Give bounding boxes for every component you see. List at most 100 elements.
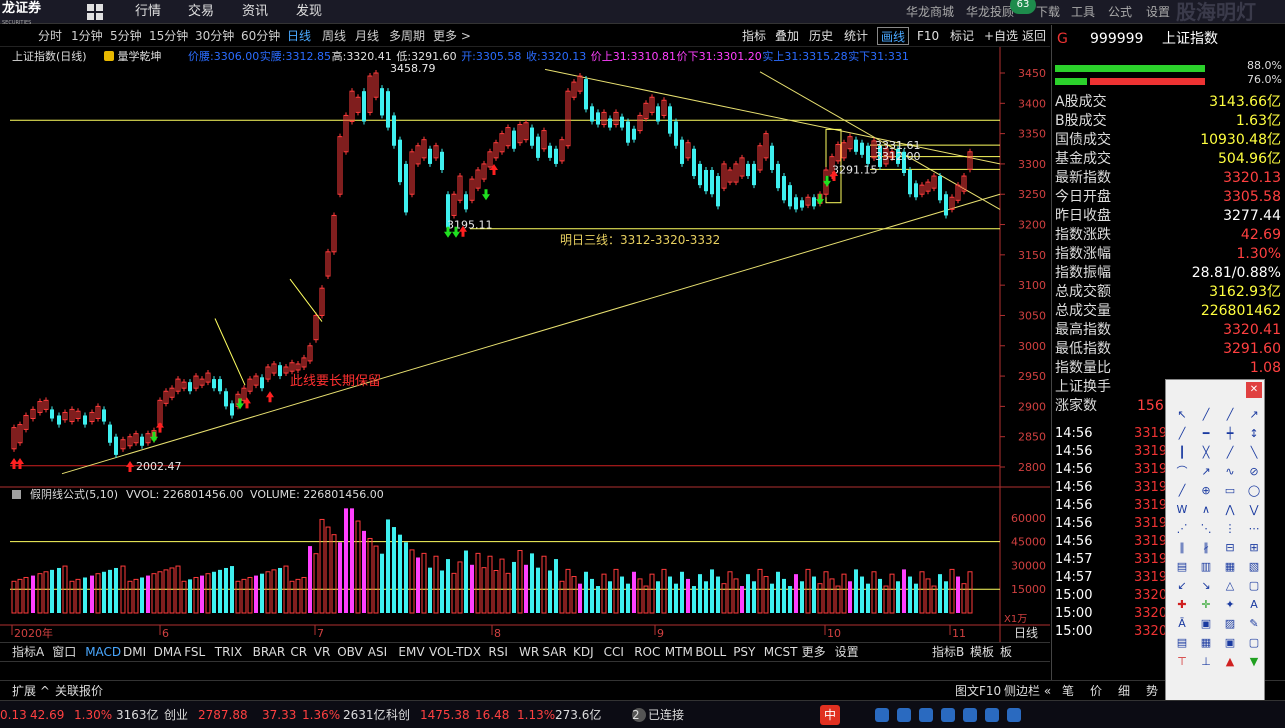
draw-triangle-icon[interactable]: △ xyxy=(1219,577,1241,594)
period-weekly[interactable]: 周线 xyxy=(322,25,346,47)
draw-segment-icon[interactable]: ╱ xyxy=(1171,425,1193,442)
draw-arrow-line-icon[interactable]: ↗ xyxy=(1243,406,1265,423)
draw-arc-icon[interactable]: ⌒ xyxy=(1171,463,1193,480)
draw-box-minus-icon[interactable]: ⊟ xyxy=(1219,539,1241,556)
smile-icon[interactable] xyxy=(897,708,911,722)
draw-line-icon[interactable]: ╱ xyxy=(1195,406,1217,423)
draw-cross-line-icon[interactable]: ┿ xyxy=(1219,425,1241,442)
draw-bottom-mark-icon[interactable]: ⊥ xyxy=(1195,653,1217,670)
toolbar-mark[interactable]: 标记 xyxy=(947,27,977,45)
menu-market[interactable]: 行情 xyxy=(135,0,161,24)
mic-icon[interactable] xyxy=(919,708,933,722)
indicator-tab-psy[interactable]: PSY xyxy=(733,643,755,662)
toolbar-draw[interactable]: 画线 xyxy=(877,27,910,45)
draw-text-icon[interactable]: A xyxy=(1243,596,1265,613)
draw-up-mark-icon[interactable]: ▲ xyxy=(1219,653,1241,670)
kline-chart[interactable]: 3450 3400 3350 3300 3250 3200 3150 3100 3050 3000… xyxy=(0,47,1050,657)
toolbar-history[interactable]: 历史 xyxy=(806,27,836,45)
ime-indicator[interactable]: 中 xyxy=(820,705,841,725)
shirt-icon[interactable] xyxy=(963,708,977,722)
draw-pen-icon[interactable]: ✎ xyxy=(1243,615,1265,632)
draw-plus-icon[interactable]: ✚ xyxy=(1171,596,1193,613)
menu-formula[interactable]: 公式 xyxy=(1108,0,1132,24)
draw-arrow-sw-icon[interactable]: ↙ xyxy=(1171,577,1193,594)
grid-menu-icon[interactable] xyxy=(87,4,103,20)
indicator-right-tab[interactable]: 模板 xyxy=(970,643,994,662)
toolbar-add-watchlist[interactable]: +自选 xyxy=(981,27,1021,45)
indicator-tab-boll[interactable]: BOLL xyxy=(695,643,726,662)
apps-icon[interactable] xyxy=(1007,708,1021,722)
draw-w-pattern-icon[interactable]: W xyxy=(1171,501,1193,518)
indicator-tab-dmi[interactable]: DMI xyxy=(123,643,146,662)
draw-triangle-down-icon[interactable]: ⋁ xyxy=(1243,501,1265,518)
close-icon[interactable]: ✕ xyxy=(1246,382,1262,398)
indicator-right-tab[interactable]: 指标B xyxy=(932,643,964,662)
indicator-tab-roc[interactable]: ROC xyxy=(634,643,660,662)
draw-circle-cross-icon[interactable]: ⊘ xyxy=(1243,463,1265,480)
draw-grid-d-icon[interactable]: ▧ xyxy=(1243,558,1265,575)
indicator-tab-trix[interactable]: TRIX xyxy=(215,643,242,662)
draw-list-icon[interactable]: ▤ xyxy=(1171,634,1193,651)
draw-blank-icon[interactable]: ▢ xyxy=(1243,634,1265,651)
draw-diag-icon[interactable]: ╲ xyxy=(1243,444,1265,461)
draw-star-icon[interactable]: ✦ xyxy=(1219,596,1241,613)
indicator-tab-emv[interactable]: EMV xyxy=(398,643,424,662)
indicator-tab-obv[interactable]: OBV xyxy=(337,643,363,662)
indicator-tab-vr[interactable]: VR xyxy=(314,643,331,662)
period-multi[interactable]: 多周期 xyxy=(389,25,425,47)
draw-grid-a-icon[interactable]: ▤ xyxy=(1171,558,1193,575)
draw-box-icon[interactable]: ▣ xyxy=(1195,615,1217,632)
indicator-tab-fsl[interactable]: FSL xyxy=(184,643,205,662)
period-1min[interactable]: 1分钟 xyxy=(71,25,103,47)
draw-ray-icon[interactable]: ╱ xyxy=(1219,406,1241,423)
draw-grid-c-icon[interactable]: ▦ xyxy=(1219,558,1241,575)
draw-target-icon[interactable]: ⊕ xyxy=(1195,482,1217,499)
menu-discover[interactable]: 发现 xyxy=(296,0,322,24)
tick-tab[interactable]: 势 xyxy=(1146,681,1158,701)
toolbar-back[interactable]: 返回 xyxy=(1019,27,1049,45)
draw-pointer-icon[interactable]: ↖ xyxy=(1171,406,1193,423)
draw-v-arrow-icon[interactable]: ↕ xyxy=(1243,425,1265,442)
draw-parallel-icon[interactable]: ╱ xyxy=(1171,482,1193,499)
draw-arrow-se-icon[interactable]: ↘ xyxy=(1195,577,1217,594)
indicator-tab-brar[interactable]: BRAR xyxy=(253,643,286,662)
draw-v-line-icon[interactable]: ┃ xyxy=(1171,444,1193,461)
ext-right-tab[interactable]: 图文F10 xyxy=(955,681,1001,701)
indicator-tab-更多[interactable]: 更多 xyxy=(802,643,826,662)
draw-plus-b-icon[interactable]: ✛ xyxy=(1195,596,1217,613)
indicator-tab-vol-tdx[interactable]: VOL-TDX xyxy=(429,643,481,662)
period-60min[interactable]: 60分钟 xyxy=(241,25,280,47)
menu-trade[interactable]: 交易 xyxy=(188,0,214,24)
draw-dots-h-icon[interactable]: ⋯ xyxy=(1243,520,1265,537)
draw-hatch-icon[interactable]: ▨ xyxy=(1219,615,1241,632)
draw-box-plus-icon[interactable]: ⊞ xyxy=(1243,539,1265,556)
moon-icon[interactable] xyxy=(875,708,889,722)
draw-top-mark-icon[interactable]: ⊤ xyxy=(1171,653,1193,670)
draw-h-line-icon[interactable]: ━ xyxy=(1195,425,1217,442)
menu-settings[interactable]: 设置 xyxy=(1146,0,1170,24)
indicator-tab-窗口[interactable]: 窗口 xyxy=(52,643,76,662)
indicator-right-tab[interactable]: 板 xyxy=(1000,643,1012,662)
indicator-tab-mcst[interactable]: MCST xyxy=(764,643,798,662)
period-5min[interactable]: 5分钟 xyxy=(110,25,142,47)
indicator-tab-kdj[interactable]: KDJ xyxy=(573,643,594,662)
draw-parallel-b-icon[interactable]: ∦ xyxy=(1195,539,1217,556)
chart-canvas[interactable]: 3450 3400 3350 3300 3250 3200 3150 3100 3050 3000… xyxy=(0,47,1050,642)
tick-tab[interactable]: 价 xyxy=(1090,681,1102,701)
menu-download[interactable]: 下载 xyxy=(1036,0,1060,24)
menu-mall[interactable]: 华龙商城 xyxy=(906,0,954,24)
indicator-tab-dma[interactable]: DMA xyxy=(154,643,182,662)
keyboard-icon[interactable] xyxy=(941,708,955,722)
ext-tab[interactable]: 关联报价 xyxy=(55,681,103,701)
draw-text-b-icon[interactable]: Ā xyxy=(1171,615,1193,632)
tick-tab[interactable]: 细 xyxy=(1118,681,1130,701)
draw-triangle-up-icon[interactable]: ⋀ xyxy=(1219,501,1241,518)
ext-right-tab[interactable]: 侧边栏 « xyxy=(1004,681,1051,701)
ext-tab[interactable]: 扩展 ^ xyxy=(12,681,50,701)
toolbar-overlay[interactable]: 叠加 xyxy=(772,27,802,45)
period-30min[interactable]: 30分钟 xyxy=(195,25,234,47)
draw-parallel-a-icon[interactable]: ∥ xyxy=(1171,539,1193,556)
tick-tab[interactable]: 笔 xyxy=(1062,681,1074,701)
period-more[interactable]: 更多 > xyxy=(433,25,471,47)
draw-fan-b-icon[interactable]: ⋱ xyxy=(1195,520,1217,537)
